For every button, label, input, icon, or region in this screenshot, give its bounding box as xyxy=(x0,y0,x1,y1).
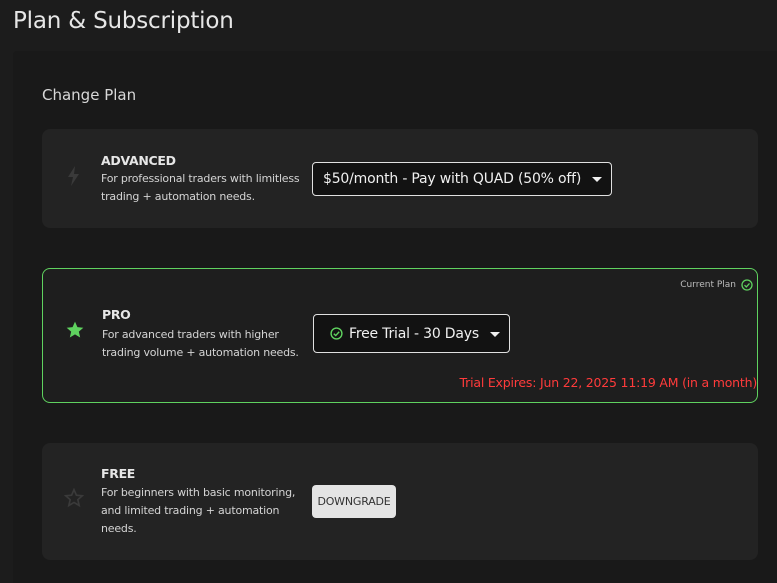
change-plan-panel: Change Plan ADVANCED For professional tr… xyxy=(13,51,777,583)
star-outline-icon xyxy=(62,486,86,510)
pro-trial-select-value: Free Trial - 30 Days xyxy=(349,325,479,342)
pro-trial-select[interactable]: Free Trial - 30 Days xyxy=(313,314,510,353)
plan-description-advanced: For professional traders with limitless … xyxy=(101,172,300,203)
check-circle-icon xyxy=(741,279,753,291)
plan-card-pro: PRO For advanced traders with higher tra… xyxy=(42,268,758,403)
trial-expires-text: Trial Expires: Jun 22, 2025 11:19 AM (in… xyxy=(459,375,758,390)
downgrade-button[interactable]: DOWNGRADE xyxy=(312,485,396,518)
plan-name-free: FREE xyxy=(101,466,136,481)
check-circle-icon xyxy=(330,327,343,340)
current-plan-label: Current Plan xyxy=(680,280,736,290)
advanced-billing-select-value: $50/month - Pay with QUAD (50% off) xyxy=(323,171,582,187)
chevron-down-icon xyxy=(490,331,500,337)
plan-description-free: For beginners with basic monitoring, and… xyxy=(101,486,296,535)
section-title: Change Plan xyxy=(42,86,137,104)
current-plan-badge: Current Plan xyxy=(680,279,753,291)
plan-description-pro: For advanced traders with higher trading… xyxy=(102,328,299,359)
plan-name-pro: PRO xyxy=(102,307,131,322)
plan-name-advanced: ADVANCED xyxy=(101,153,176,168)
page-title: Plan & Subscription xyxy=(13,8,234,34)
advanced-billing-select[interactable]: $50/month - Pay with QUAD (50% off) xyxy=(312,162,612,196)
plan-card-advanced: ADVANCED For professional traders with l… xyxy=(42,129,758,228)
lightning-icon xyxy=(62,164,86,188)
chevron-down-icon xyxy=(592,177,602,182)
plan-card-free: FREE For beginners with basic monitoring… xyxy=(42,443,758,560)
star-icon xyxy=(63,318,87,342)
